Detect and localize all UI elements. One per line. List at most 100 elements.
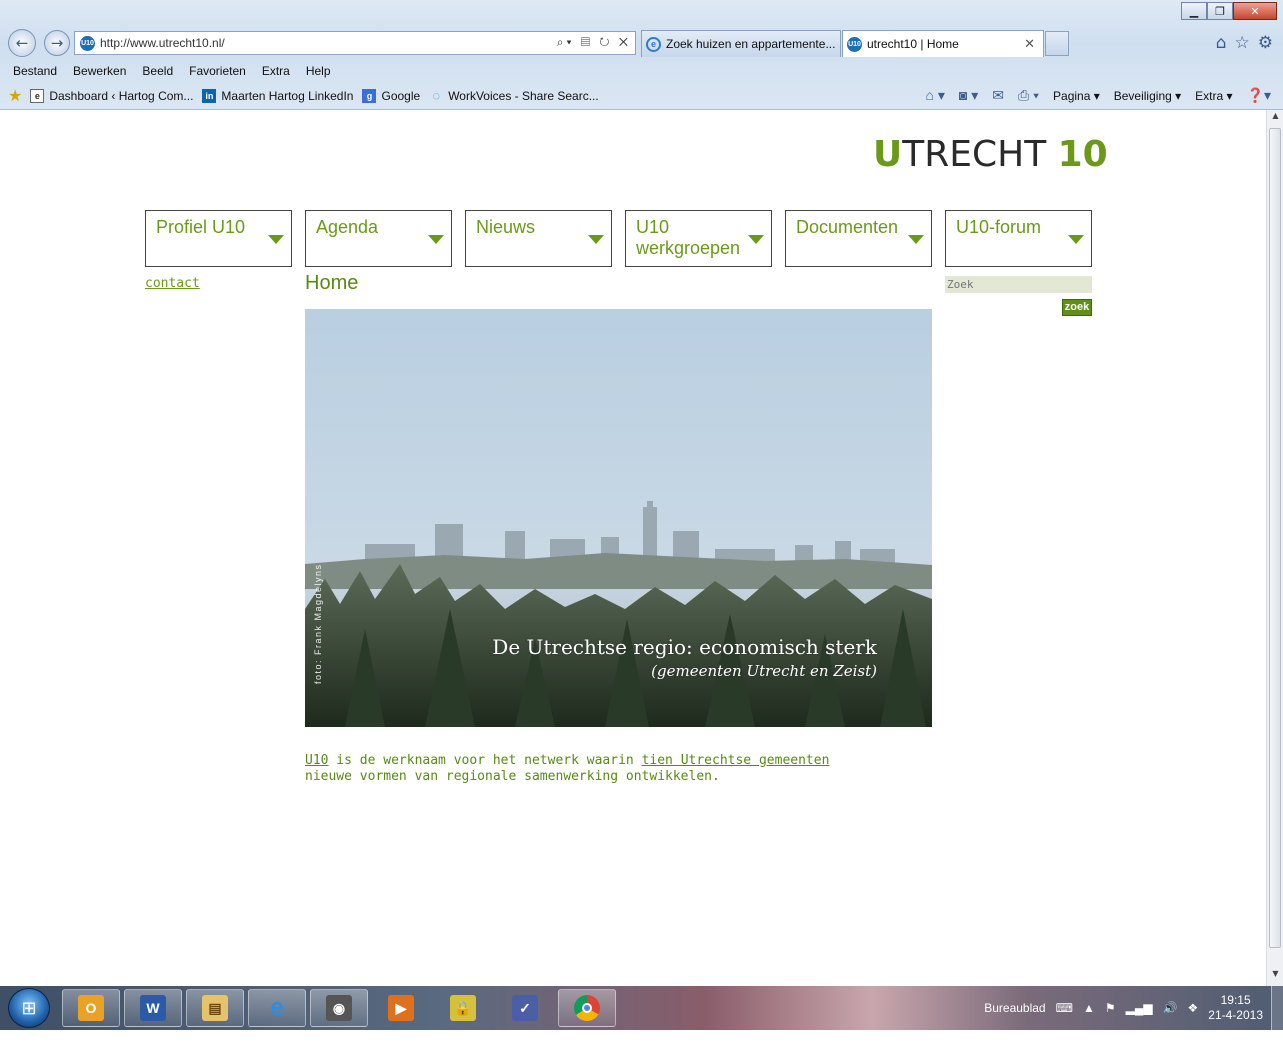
favorite-label: Dashboard ‹ Hartog Com... bbox=[49, 88, 194, 103]
compat-view-icon[interactable]: ▤ bbox=[581, 35, 593, 49]
command-pagina[interactable]: Pagina ▾ bbox=[1053, 89, 1100, 103]
close-tab-icon[interactable]: ✕ bbox=[1024, 36, 1035, 52]
workvoices-icon: ◌ bbox=[432, 88, 441, 103]
taskbar-photo-app[interactable]: ◉ bbox=[310, 989, 368, 1027]
taskbar-security-app[interactable]: 🔒 bbox=[434, 989, 492, 1027]
linkedin-icon: in bbox=[202, 88, 217, 103]
search-dropdown-icon[interactable]: ⌕▾ bbox=[557, 35, 575, 49]
taskbar-internet-explorer[interactable]: e bbox=[248, 989, 306, 1027]
u10-link[interactable]: U10 bbox=[305, 753, 328, 768]
screen-bottom bbox=[0, 1030, 1283, 1059]
address-bar[interactable]: U10 http://www.utrecht10.nl/ ⌕▾ ▤ ↻ ✕ bbox=[74, 31, 636, 55]
ie-icon: e bbox=[270, 994, 284, 1021]
windows-logo-icon: ⊞ bbox=[21, 997, 37, 1019]
clock-time: 19:15 bbox=[1220, 993, 1251, 1007]
nav-agenda[interactable]: Agenda bbox=[305, 210, 452, 267]
close-window-button[interactable]: ✕ bbox=[1233, 2, 1277, 20]
favorite-dashboard[interactable]: e Dashboard ‹ Hartog Com... bbox=[30, 88, 194, 103]
nav-documenten[interactable]: Documenten bbox=[785, 210, 932, 267]
back-arrow-icon: ← bbox=[15, 34, 29, 52]
mail-icon[interactable]: ✉ bbox=[992, 87, 1004, 104]
contact-link[interactable]: contact bbox=[145, 276, 200, 291]
refresh-icon[interactable]: ↻ bbox=[599, 35, 612, 49]
menu-bar: Bestand Bewerken Beeld Favorieten Extra … bbox=[0, 60, 1283, 82]
menu-beeld[interactable]: Beeld bbox=[142, 64, 173, 78]
print-icon[interactable]: ⎙ ▾ bbox=[1018, 87, 1039, 104]
search-button[interactable]: zoek bbox=[1062, 299, 1092, 316]
hero-image: foto: Frank Magdelyns De Utrechtse regio… bbox=[305, 309, 932, 727]
stop-icon[interactable]: ✕ bbox=[619, 35, 631, 49]
clock-date: 21-4-2013 bbox=[1208, 1008, 1263, 1022]
network-icon[interactable]: ▂▄▆ bbox=[1126, 1001, 1153, 1015]
desktop-toolbar-label[interactable]: Bureaublad bbox=[984, 1001, 1045, 1015]
keyboard-icon[interactable]: ⌨ bbox=[1056, 1001, 1073, 1015]
tab-label: Zoek huizen en appartemente... bbox=[666, 37, 836, 51]
taskbar-tasks-app[interactable]: ✓ bbox=[496, 989, 554, 1027]
volume-icon[interactable]: 🔊 bbox=[1163, 1001, 1178, 1015]
favorite-linkedin[interactable]: in Maarten Hartog LinkedIn bbox=[202, 88, 353, 103]
menu-favorieten[interactable]: Favorieten bbox=[189, 64, 246, 78]
dropdown-arrow-icon bbox=[1068, 235, 1084, 244]
menu-extra[interactable]: Extra bbox=[262, 64, 290, 78]
start-button[interactable]: ⊞ bbox=[8, 988, 50, 1028]
site-logo[interactable]: UTRECHT 10 bbox=[873, 134, 1108, 175]
nav-profiel-u10[interactable]: Profiel U10 bbox=[145, 210, 292, 267]
command-beveiliging[interactable]: Beveiliging ▾ bbox=[1114, 89, 1181, 103]
clock[interactable]: 19:15 21-4-2013 bbox=[1208, 993, 1263, 1023]
show-hidden-icons[interactable]: ▲ bbox=[1083, 1001, 1095, 1015]
nav-nieuws[interactable]: Nieuws bbox=[465, 210, 612, 267]
intro-text-part2: nieuwe vormen van regionale samenwerking… bbox=[305, 769, 720, 784]
taskbar-outlook[interactable]: O bbox=[62, 989, 120, 1027]
home-dropdown-icon[interactable]: ⌂ ▾ bbox=[926, 87, 945, 104]
menu-help[interactable]: Help bbox=[306, 64, 331, 78]
help-icon[interactable]: ❓▾ bbox=[1247, 87, 1271, 104]
command-label: Extra bbox=[1195, 88, 1224, 103]
camera-icon: ◉ bbox=[326, 995, 352, 1021]
site-favicon: U10 bbox=[847, 36, 862, 52]
favorite-google[interactable]: g Google bbox=[362, 88, 420, 103]
nav-label: Agenda bbox=[316, 217, 379, 237]
tab-utrecht10[interactable]: U10 utrecht10 | Home ✕ bbox=[842, 30, 1044, 57]
gear-icon[interactable]: ⚙ bbox=[1258, 33, 1273, 53]
scrollbar-thumb[interactable] bbox=[1269, 128, 1281, 948]
nav-label: Nieuws bbox=[476, 217, 536, 237]
command-extra[interactable]: Extra ▾ bbox=[1195, 89, 1232, 103]
minimize-button[interactable]: ▁ bbox=[1181, 2, 1207, 20]
rss-feed-icon[interactable]: ◙ ▾ bbox=[959, 87, 978, 104]
nav-u10-forum[interactable]: U10-forum bbox=[945, 210, 1092, 267]
scroll-up-icon[interactable]: ▲ bbox=[1267, 111, 1283, 127]
logo-letter-u: U bbox=[873, 134, 903, 175]
show-desktop-button[interactable] bbox=[1271, 986, 1283, 1030]
maximize-button[interactable]: ❐ bbox=[1207, 2, 1233, 20]
address-url: http://www.utrecht10.nl/ bbox=[100, 36, 225, 50]
favorites-star-icon[interactable]: ☆ bbox=[1235, 33, 1250, 53]
forward-button[interactable]: → bbox=[44, 30, 70, 56]
taskbar-word[interactable]: W bbox=[124, 989, 182, 1027]
dropdown-arrow-icon bbox=[748, 235, 764, 244]
nav-u10-werkgroepen[interactable]: U10 werkgroepen bbox=[625, 210, 772, 267]
google-icon: g bbox=[362, 88, 377, 103]
taskbar-chrome[interactable] bbox=[558, 989, 616, 1027]
taskbar-explorer[interactable]: ▤ bbox=[186, 989, 244, 1027]
new-tab-button[interactable] bbox=[1045, 31, 1069, 56]
search-input[interactable] bbox=[945, 276, 1092, 293]
tab-zoek-huizen[interactable]: e Zoek huizen en appartemente... bbox=[641, 30, 841, 57]
site-favicon: U10 bbox=[80, 35, 95, 51]
vertical-scrollbar[interactable]: ▲ ▼ bbox=[1266, 110, 1283, 986]
scroll-down-icon[interactable]: ▼ bbox=[1267, 969, 1283, 985]
home-icon[interactable]: ⌂ bbox=[1216, 33, 1227, 53]
hero-caption-sub: (gemeenten Utrecht en Zeist) bbox=[651, 662, 877, 680]
back-button[interactable]: ← bbox=[8, 29, 36, 57]
favorites-add-icon[interactable]: ★ bbox=[8, 86, 22, 106]
favorite-workvoices[interactable]: ◌ WorkVoices - Share Searc... bbox=[429, 88, 598, 103]
municipalities-link[interactable]: tien Utrechtse gemeenten bbox=[642, 753, 830, 768]
menu-bewerken[interactable]: Bewerken bbox=[73, 64, 126, 78]
web-page: UTRECHT 10 Profiel U10 Agenda Nieuws U10… bbox=[0, 110, 1266, 986]
command-label: Pagina bbox=[1053, 88, 1091, 103]
flag-icon[interactable]: ⚑ bbox=[1105, 1001, 1116, 1015]
taskbar-media-player[interactable]: ▶ bbox=[372, 989, 430, 1027]
page-icon: e bbox=[30, 88, 45, 103]
dropbox-icon[interactable]: ❖ bbox=[1188, 1001, 1199, 1015]
windows-taskbar: ⊞ O W ▤ e ◉ ▶ 🔒 ✓ Bureaublad ⌨ ▲ ⚑ ▂▄▆ 🔊… bbox=[0, 986, 1283, 1030]
menu-bestand[interactable]: Bestand bbox=[13, 64, 57, 78]
